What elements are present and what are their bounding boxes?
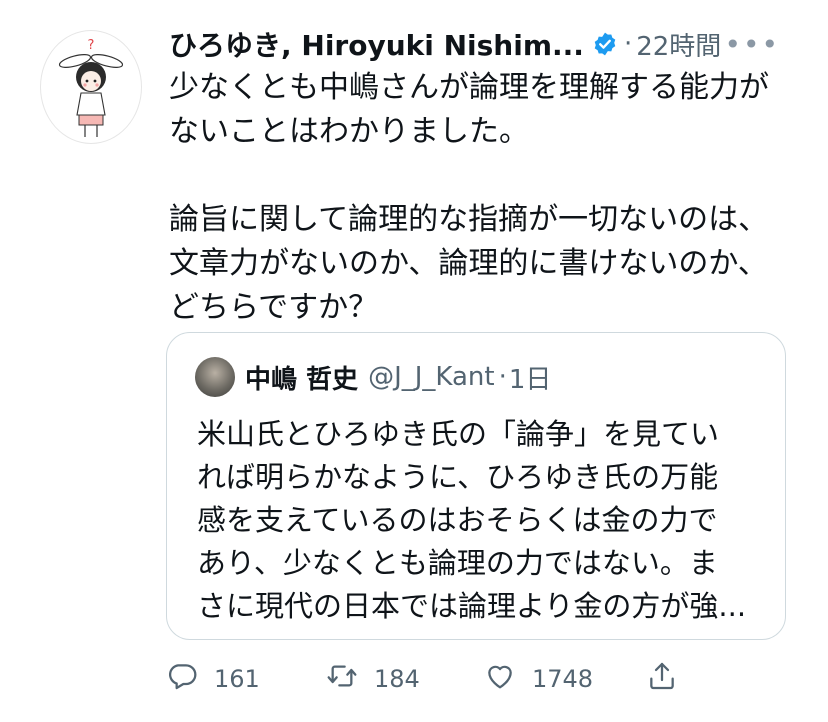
action-bar: 161 184 1748 — [166, 656, 728, 702]
author-avatar[interactable]: ? — [40, 30, 142, 144]
more-dots-icon[interactable]: ••• — [724, 28, 780, 61]
quoted-line: あり、少なくとも論理の力ではない。ま — [197, 546, 718, 580]
quoted-separator: · — [498, 362, 507, 392]
quoted-time: 1日 — [508, 364, 552, 395]
tweet-line: どちらですか？ — [169, 290, 379, 325]
tweet-line: 少なくとも中嶋さんが論理を理解する能力が — [169, 70, 769, 105]
share-icon — [646, 660, 678, 698]
quoted-line: 感を支えているのはおそらくは金の力で — [197, 503, 718, 537]
quoted-tweet-card[interactable]: 中嶋 哲史 @J_J_Kant · 1日 米山氏とひろゆき氏の「論争」を見てい … — [166, 332, 786, 640]
retweet-button[interactable]: 184 — [326, 656, 420, 702]
quoted-line: れば明らかなように、ひろゆき氏の万能 — [197, 460, 719, 494]
quoted-author-avatar — [195, 357, 235, 397]
retweet-count: 184 — [374, 665, 420, 693]
tweet-text: 少なくとも中嶋さんが論理を理解する能力が ないことはわかりました。 論旨に関して… — [169, 66, 809, 330]
retweet-icon — [326, 660, 358, 698]
quoted-tweet-text: 米山氏とひろゆき氏の「論争」を見てい れば明らかなように、ひろゆき氏の万能 感を… — [197, 413, 767, 628]
like-count: 1748 — [532, 665, 594, 693]
tweet-line: ないことはわかりました。 — [169, 114, 529, 149]
svg-text:?: ? — [88, 38, 95, 53]
heart-icon — [484, 660, 516, 698]
reply-icon — [166, 660, 198, 698]
reply-count: 161 — [214, 665, 260, 693]
quoted-author-name: 中嶋 哲史 — [245, 364, 359, 395]
reply-button[interactable]: 161 — [166, 656, 260, 702]
tweet-line: 文章力がないのか、論理的に書けないのか、 — [169, 246, 768, 281]
avatar-illustration: ? — [58, 38, 124, 137]
tweet-line: 論旨に関して論理的な指摘が一切ないのは、 — [169, 202, 769, 237]
verified-badge-icon — [592, 31, 618, 57]
share-button[interactable] — [646, 656, 678, 702]
tweet-time[interactable]: 22時間 — [636, 26, 721, 63]
quoted-line: 米山氏とひろゆき氏の「論争」を見てい — [197, 417, 720, 451]
like-button[interactable]: 1748 — [484, 656, 593, 702]
quoted-author-handle: @J_J_Kant — [368, 362, 495, 392]
author-name[interactable]: ひろゆき, Hiroyuki Nishim... — [169, 24, 584, 64]
header-separator: · — [623, 29, 633, 59]
quoted-tweet-header: 中嶋 哲史 @J_J_Kant · 1日 — [195, 355, 551, 399]
quoted-line: さに現代の日本では論理より金の方が強... — [197, 589, 747, 623]
tweet-header: ひろゆき, Hiroyuki Nishim... · 22時間 ••• — [169, 22, 788, 66]
